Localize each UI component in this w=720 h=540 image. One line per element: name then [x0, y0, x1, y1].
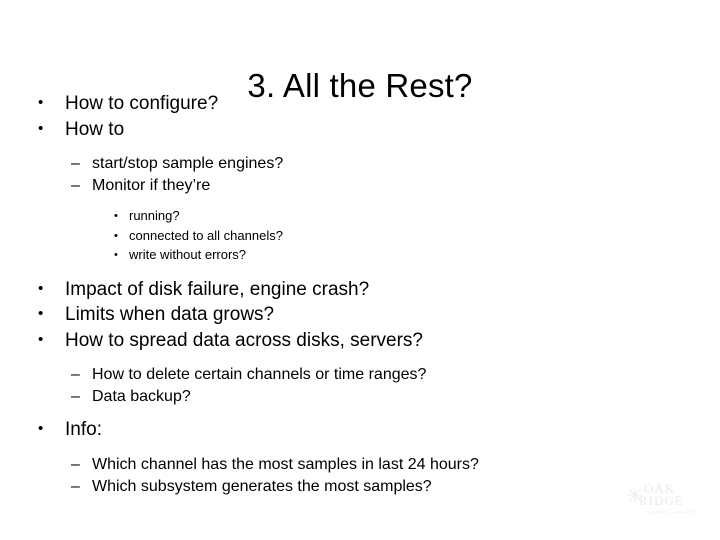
list-item: • Impact of disk failure, engine crash? — [0, 278, 720, 304]
list-item: • Info: — [0, 418, 720, 444]
list-item: • write without errors? — [0, 246, 720, 266]
dash-level2-icon: – — [71, 388, 80, 405]
list-item-label: Monitor if they’re — [92, 177, 211, 194]
bullet-level1-icon: • — [38, 119, 44, 137]
dash-level2-icon: – — [71, 477, 80, 495]
list-item-label: running? — [129, 208, 180, 223]
list-item-label: start/stop sample engines? — [92, 155, 284, 172]
list-item: • How to configure? — [0, 92, 720, 118]
list-item-label: connected to all channels? — [129, 227, 283, 243]
bullet-level3-icon: • — [114, 210, 118, 222]
list-item-label: Data backup? — [92, 388, 191, 405]
list-item: – start/stop sample engines? — [0, 153, 720, 175]
bullet-level3-icon: • — [114, 229, 118, 242]
list-item-label: How to delete certain channels or time r… — [92, 366, 427, 383]
list-item-label: Limits when data grows? — [65, 304, 275, 325]
dash-level2-icon: – — [71, 155, 80, 172]
bullet-level1-icon: • — [38, 305, 44, 322]
dash-level2-icon: – — [71, 177, 80, 194]
list-item: • connected to all channels? — [0, 227, 720, 247]
list-item-label: Info: — [65, 419, 102, 440]
list-item-label: How to — [65, 118, 125, 140]
bullet-level3-icon: • — [114, 249, 118, 261]
bullet-level1-icon: • — [38, 94, 44, 111]
list-item-label: Impact of disk failure, engine crash? — [65, 278, 370, 300]
list-item: • How to — [0, 118, 720, 144]
list-item-label: Which subsystem generates the most sampl… — [92, 477, 432, 495]
dash-level2-icon: – — [71, 366, 80, 383]
list-item: • How to spread data across disks, serve… — [0, 329, 720, 355]
bullet-level1-icon: • — [38, 279, 44, 297]
list-item: – Which subsystem generates the most sam… — [0, 476, 720, 498]
list-item-label: How to spread data across disks, servers… — [65, 329, 423, 351]
list-item: – Which channel has the most samples in … — [0, 454, 720, 476]
bullet-level1-icon: • — [38, 330, 44, 348]
list-item: – Monitor if they’re — [0, 175, 720, 197]
list-item-label: write without errors? — [129, 247, 247, 262]
list-item: – How to delete certain channels or time… — [0, 364, 720, 386]
list-item-label: Which channel has the most samples in la… — [92, 455, 479, 473]
list-item: – Data backup? — [0, 386, 720, 408]
slide-body-outline: • How to configure? • How to – start/sto… — [0, 92, 720, 498]
slide-canvas: 3. All the Rest? • How to configure? • H… — [0, 0, 720, 540]
list-item-label: How to configure? — [65, 93, 219, 114]
list-item: • running? — [0, 207, 720, 227]
list-item: • Limits when data grows? — [0, 303, 720, 329]
watermark-line-sublabel: National Laboratory — [644, 509, 701, 515]
bullet-level1-icon: • — [38, 420, 44, 437]
dash-level2-icon: – — [71, 455, 80, 473]
